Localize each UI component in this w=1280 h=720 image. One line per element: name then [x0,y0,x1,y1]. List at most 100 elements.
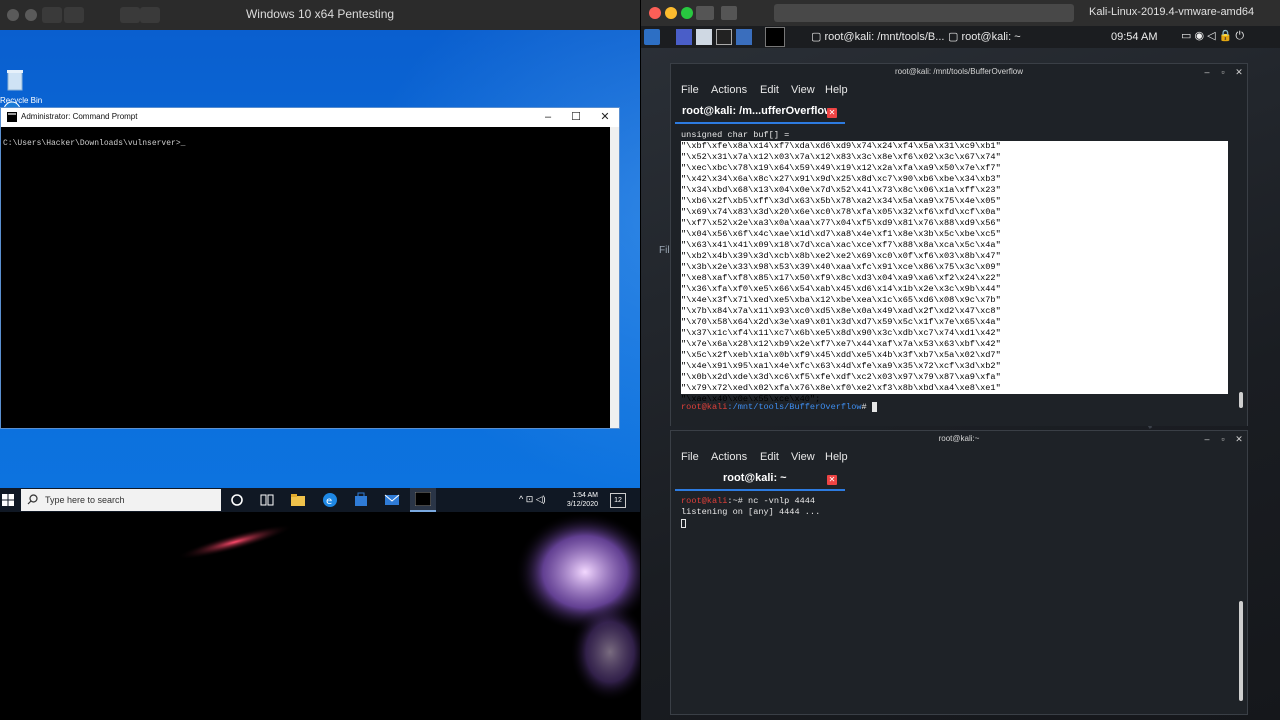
terminal-title: root@kali:~ [938,434,980,443]
tab-close-icon[interactable]: ✕ [827,475,837,485]
maximize-button[interactable]: ☐ [563,110,589,125]
buf-line: "\x3b\x2e\x33\x98\x53\x39\x40\xaa\xfc\x9… [681,262,1001,272]
prompt-symbol: # [861,402,872,412]
kali-vm-titlebar: Kali-Linux-2019.4-vmware-amd64 [641,0,1280,26]
windows-desktop: Recycle Bin Administrator: Command Promp… [0,30,640,512]
buf-line: "\x5c\x2f\xeb\x1a\x0b\xf9\x45\xdd\xe5\x4… [681,350,1001,360]
vm-window-title: Windows 10 x64 Pentesting [245,7,395,21]
menu-view[interactable]: View [791,451,815,463]
text-cursor [681,519,686,528]
tab-close-icon[interactable]: ✕ [827,108,837,118]
vm-toolbar[interactable] [774,4,1074,22]
recycle-bin-icon[interactable] [2,68,28,92]
file-explorer-icon[interactable] [290,492,306,508]
windows-vm-window: Windows 10 x64 Pentesting Recycle Bin Ad… [0,0,640,720]
buf-line: "\x69\x74\x83\x3d\x20\x6e\xc0\x78\xfa\x0… [681,207,1001,217]
kali-menu-icon[interactable] [644,29,660,45]
close-button[interactable]: ✕ [1233,66,1245,78]
buf-line: "\x37\x1c\xf4\x11\xc7\x6b\xe5\x8d\x90\x3… [681,328,1001,338]
close-button[interactable]: ✕ [592,110,618,125]
minimize-window-dot[interactable] [665,7,677,19]
prompt-user: root@kali [681,496,728,506]
buf-line: "\xb2\x4b\x39\x3d\xcb\x8b\xe2\xe2\x69\xc… [681,251,1001,261]
zoom-window-dot[interactable] [681,7,693,19]
menu-actions[interactable]: Actions [711,84,747,96]
buf-line: "\xf7\x52\x2e\xa3\x0a\xaa\x77\x04\xf5\xd… [681,218,1001,228]
galaxy-wallpaper-art [177,512,640,702]
terminal-tab[interactable]: root@kali: ~ ✕ [675,471,845,491]
terminal-output[interactable]: unsigned char buf[] = "\xbf\xfe\x8a\x14\… [671,126,1247,426]
close-window-dot[interactable] [649,7,661,19]
terminal-output[interactable]: root@kali:~# nc -vnlp 4444 listening on … [671,493,1247,713]
terminal-title: root@kali: /mnt/tools/BufferOverflow [894,67,1024,76]
tab-label: root@kali: /m...ufferOverflow [682,105,833,117]
tray-icons[interactable]: ^ ⊡ ◁) [519,494,546,505]
buf-header-line: unsigned char buf[] = [681,130,790,140]
cmd-icon [7,112,17,122]
svg-text:e: e [326,496,332,507]
browser-icon[interactable] [736,29,752,45]
task-label: root@kali: ~ [961,31,1021,43]
cmd-scrollbar[interactable] [610,127,619,428]
edge-browser-icon[interactable]: e [322,492,338,508]
windows-start-icon[interactable] [2,494,14,506]
buf-line: "\x36\xfa\xf0\xe5\x66\x54\xab\x45\xd6\x1… [681,284,1001,294]
taskbar-item-root-home[interactable]: ▢ root@kali: ~ [948,29,1021,45]
menu-file[interactable]: File [681,451,699,463]
mail-icon[interactable] [384,492,400,508]
store-icon[interactable] [353,492,369,508]
terminal-tab[interactable]: root@kali: /m...ufferOverflow ✕ [675,104,845,124]
sidebar-toggle-icon[interactable] [696,6,714,20]
desktop-icon-label-fragment: Fil [659,245,670,256]
terminal-titlebar[interactable]: root@kali:~ – ▫ ✕ [671,431,1247,449]
buf-line: "\x0b\x2d\xde\x3d\xc6\xf5\xfe\xdf\xc2\x0… [681,372,1001,382]
menu-actions[interactable]: Actions [711,451,747,463]
buf-line: "\x4e\x3f\x71\xed\xe5\xba\x12\xbe\xea\x1… [681,295,1001,305]
taskbar-cmd-active[interactable] [410,488,436,512]
terminal-icon[interactable] [716,29,732,45]
task-view-icon[interactable] [259,492,275,508]
terminal-window-buffer-overflow[interactable]: root@kali: /mnt/tools/BufferOverflow – ▫… [670,63,1248,426]
vm-titlebar: Windows 10 x64 Pentesting [0,0,640,31]
taskbar-search-box[interactable]: Type here to search [21,489,221,511]
menu-help[interactable]: Help [825,84,848,96]
terminal-titlebar[interactable]: root@kali: /mnt/tools/BufferOverflow – ▫… [671,64,1247,82]
buf-line: "\xe8\xaf\xf8\x85\x17\x50\xf9\x8c\xd3\x0… [681,273,1001,283]
search-placeholder: Type here to search [45,495,125,505]
menu-view[interactable]: View [791,84,815,96]
screenshot-icon[interactable] [721,6,737,20]
minimize-button[interactable]: – [535,110,561,125]
cmd-titlebar[interactable]: Administrator: Command Prompt – ☐ ✕ [1,108,619,127]
minimize-button[interactable]: – [1201,66,1213,78]
maximize-button[interactable]: ▫ [1217,433,1229,445]
command-text: :~# nc -vnlp 4444 [727,496,816,506]
active-terminal-icon[interactable] [765,27,785,47]
selected-shellcode[interactable]: "\xbf\xfe\x8a\x14\xf7\xda\xd6\xd9\x74\x2… [681,141,1228,404]
terminal-scrollbar[interactable] [1239,392,1243,408]
menu-edit[interactable]: Edit [760,84,779,96]
terminal-scrollbar[interactable] [1239,601,1243,701]
menu-edit[interactable]: Edit [760,451,779,463]
menu-file[interactable]: File [681,84,699,96]
notification-icon[interactable]: 12 [610,493,626,508]
menu-help[interactable]: Help [825,451,848,463]
workspace-icon[interactable] [676,29,692,45]
close-button[interactable]: ✕ [1233,433,1245,445]
nc-command-line: root@kali:~# nc -vnlp 4444 [681,496,815,507]
taskbar-clock[interactable]: 1:54 AM 3/12/2020 [560,491,598,509]
cortana-icon[interactable] [229,492,245,508]
terminal-window-netcat[interactable]: root@kali:~ – ▫ ✕ File Actions Edit View… [670,430,1248,715]
panel-tray-icons[interactable]: ▭ ◉ ◁ 🔒 ⏻ [1181,29,1244,43]
windows-taskbar: Type here to search e ^ ⊡ ◁) 1:54 AM 3/1… [0,488,640,512]
cmd-console[interactable]: C:\Users\Hacker\Downloads\vulnserver>_ [1,127,610,428]
shell-prompt: root@kali:/mnt/tools/BufferOverflow# [681,402,878,413]
files-icon[interactable] [696,29,712,45]
panel-clock[interactable]: 09:54 AM [1111,29,1157,45]
minimize-button[interactable]: – [1201,433,1213,445]
clock-date: 3/12/2020 [566,501,598,508]
buf-line: "\x63\x41\x41\x09\x18\x7d\xca\xac\xce\xf… [681,240,1001,250]
command-prompt-window[interactable]: Administrator: Command Prompt – ☐ ✕ C:\U… [0,107,620,429]
clock-time: 1:54 AM [572,492,598,499]
maximize-button[interactable]: ▫ [1217,66,1229,78]
taskbar-item-buffer-overflow[interactable]: ▢ root@kali: /mnt/tools/B... [811,29,944,45]
